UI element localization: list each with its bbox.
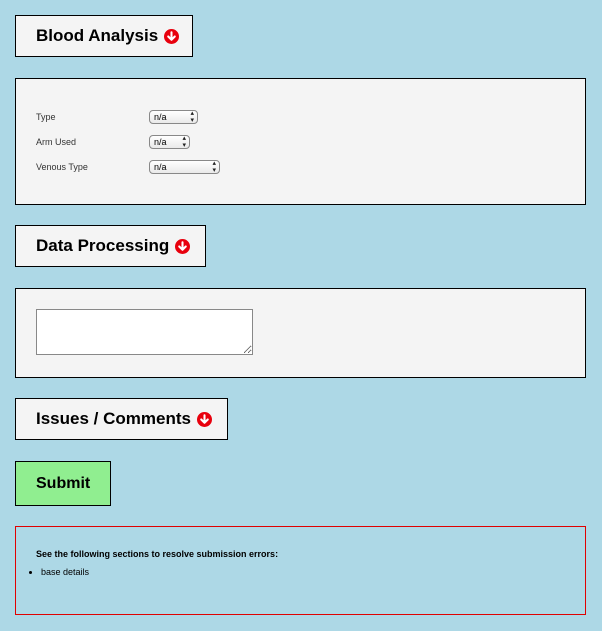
arrow-down-circle-icon: [175, 238, 191, 254]
submit-button[interactable]: Submit: [15, 461, 111, 506]
select-caret-icon: ▴ ▾: [190, 110, 194, 124]
arm-used-select[interactable]: n/a ▴ ▾: [149, 135, 190, 149]
error-summary-title: See the following sections to resolve su…: [36, 549, 279, 559]
type-select[interactable]: n/a ▴ ▾: [149, 110, 198, 124]
venous-type-select-value: n/a: [154, 162, 167, 172]
type-select-value: n/a: [154, 112, 167, 122]
venous-type-select[interactable]: n/a ▴ ▾: [149, 160, 220, 174]
select-caret-icon: ▴ ▾: [212, 160, 216, 174]
arm-used-label: Arm Used: [36, 137, 77, 147]
field-row-arm-used: Arm Used n/a ▴ ▾: [36, 135, 190, 149]
error-list: base details: [16, 567, 89, 577]
error-summary-box: See the following sections to resolve su…: [15, 526, 586, 615]
type-label: Type: [36, 112, 56, 122]
venous-type-label: Venous Type: [36, 162, 88, 172]
data-processing-textarea[interactable]: [36, 309, 253, 355]
field-row-type: Type n/a ▴ ▾: [36, 110, 198, 124]
issues-comments-title: Issues / Comments: [36, 409, 191, 428]
arm-used-select-value: n/a: [154, 137, 167, 147]
data-processing-header[interactable]: Data Processing: [15, 225, 206, 267]
field-row-venous-type: Venous Type n/a ▴ ▾: [36, 160, 220, 174]
data-processing-title: Data Processing: [36, 236, 170, 255]
error-list-item: base details: [41, 567, 89, 577]
data-processing-panel: [15, 288, 586, 378]
blood-analysis-panel: Type n/a ▴ ▾ Arm Used n/a ▴ ▾ Venous Type …: [15, 78, 586, 205]
arrow-down-circle-icon: [196, 411, 212, 427]
select-caret-icon: ▴ ▾: [182, 135, 186, 149]
blood-analysis-header[interactable]: Blood Analysis: [15, 15, 193, 57]
blood-analysis-title: Blood Analysis: [36, 26, 159, 45]
arrow-down-circle-icon: [164, 28, 180, 44]
issues-comments-header[interactable]: Issues / Comments: [15, 398, 228, 440]
